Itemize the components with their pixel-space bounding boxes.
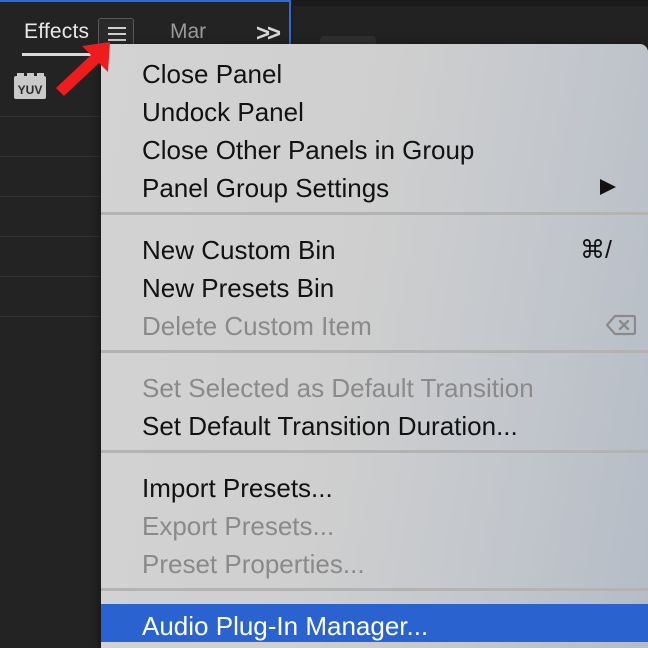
- list-row-divider: [0, 316, 110, 317]
- menu-item-label: Close Other Panels in Group: [142, 135, 475, 165]
- menu-item-label: Export Presets...: [142, 511, 335, 541]
- list-row-divider: [0, 196, 110, 197]
- menu-item-label: Set Default Transition Duration...: [142, 411, 518, 441]
- menu-item-label: Set Selected as Default Transition: [142, 373, 534, 403]
- menu-item-label: Delete Custom Item: [142, 311, 372, 341]
- menu-separator: [101, 450, 648, 453]
- submenu-arrow-icon: [600, 179, 616, 195]
- menu-item-export-presets: Export Presets...: [101, 504, 648, 542]
- menu-separator: [101, 588, 648, 591]
- list-row-divider: [0, 156, 110, 157]
- menu-item-set-default-transition-duration[interactable]: Set Default Transition Duration...: [101, 404, 648, 442]
- menu-item-label: New Presets Bin: [142, 273, 335, 303]
- menu-item-label: Close Panel: [142, 59, 283, 89]
- menu-separator: [101, 212, 648, 215]
- menu-item-set-selected-default-transition: Set Selected as Default Transition: [101, 366, 648, 404]
- list-row-divider: [0, 276, 110, 277]
- backspace-icon: [606, 314, 636, 336]
- menu-item-panel-group-settings[interactable]: Panel Group Settings: [101, 166, 648, 204]
- menu-item-new-presets-bin[interactable]: New Presets Bin: [101, 266, 648, 304]
- menu-item-preset-properties: Preset Properties...: [101, 542, 648, 580]
- panel-context-menu: Close Panel Undock Panel Close Other Pan…: [101, 44, 648, 648]
- menu-item-label: New Custom Bin: [142, 235, 336, 265]
- yuv-effect-icon: YUV: [14, 73, 46, 99]
- menu-item-undock-panel[interactable]: Undock Panel: [101, 90, 648, 128]
- menu-item-label: Import Presets...: [142, 473, 333, 503]
- menu-separator: [101, 350, 648, 353]
- menu-item-label: Audio Plug-In Manager...: [142, 611, 429, 641]
- menu-item-delete-custom-item: Delete Custom Item: [101, 304, 648, 342]
- annotation-arrow-icon: [56, 42, 110, 96]
- list-row-divider: [0, 236, 110, 237]
- menu-item-close-other-panels[interactable]: Close Other Panels in Group: [101, 128, 648, 166]
- yuv-icon-label: YUV: [18, 83, 43, 97]
- menu-item-label: Preset Properties...: [142, 549, 365, 579]
- list-row-divider: [0, 116, 110, 117]
- menu-item-label: Panel Group Settings: [142, 173, 390, 203]
- adjacent-panel-header: [293, 0, 648, 6]
- tab-markers[interactable]: Mar: [170, 20, 206, 44]
- menu-item-import-presets[interactable]: Import Presets...: [101, 466, 648, 504]
- menu-item-label: Undock Panel: [142, 97, 304, 127]
- menu-item-new-custom-bin[interactable]: New Custom Bin ⌘/: [101, 228, 648, 266]
- menu-item-close-panel[interactable]: Close Panel: [101, 52, 648, 90]
- keyboard-shortcut: ⌘/: [580, 236, 612, 264]
- menu-item-audio-plugin-manager[interactable]: Audio Plug-In Manager...: [101, 604, 648, 642]
